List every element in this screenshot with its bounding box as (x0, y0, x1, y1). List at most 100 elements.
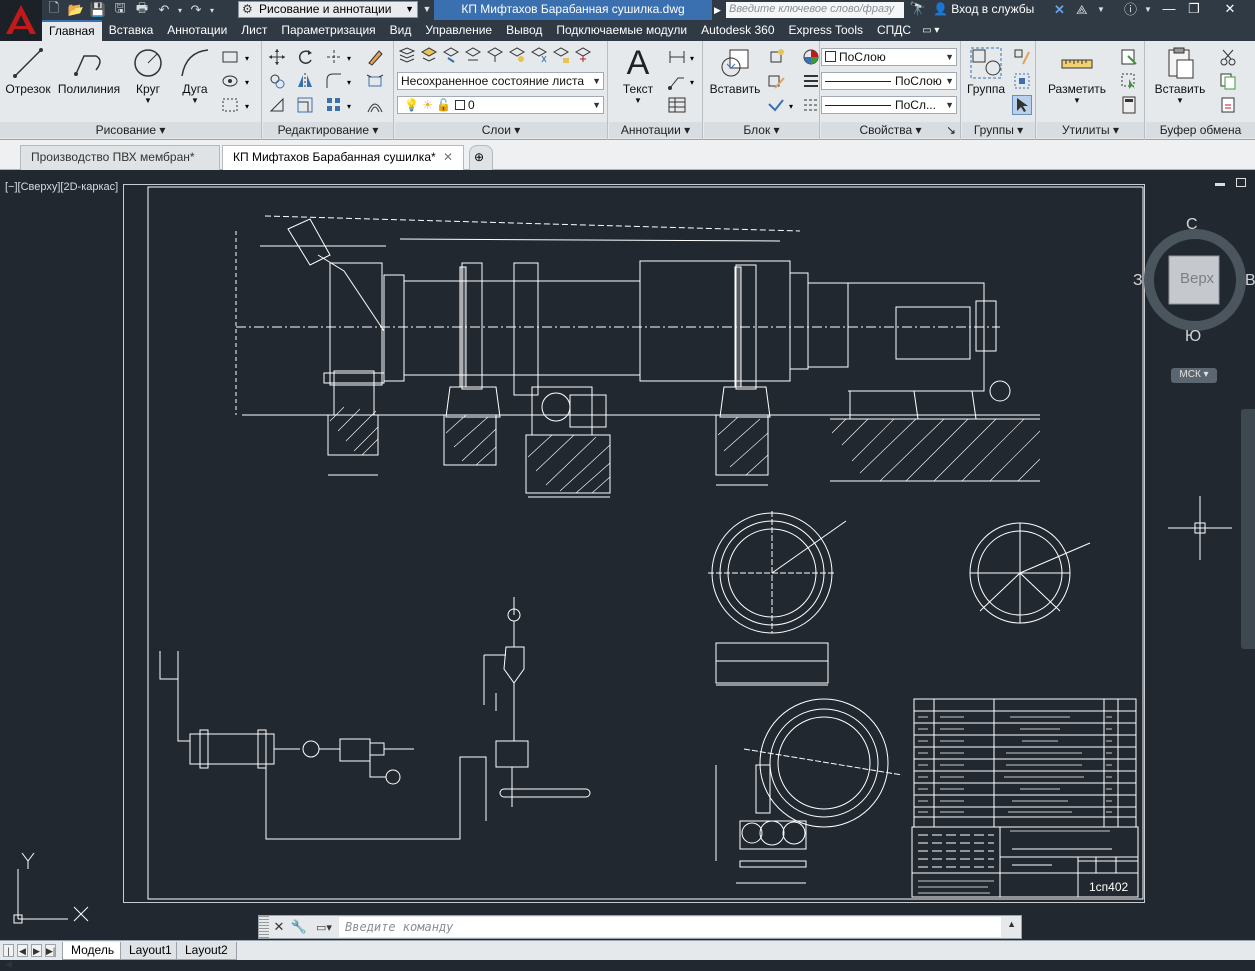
layer-state-dropdown[interactable]: Несохраненное состояние листа ▼ (397, 72, 604, 90)
ungroup-icon[interactable] (1012, 47, 1032, 67)
edit-block-icon[interactable] (766, 71, 786, 91)
tab-layout[interactable]: Лист (234, 20, 274, 41)
layer-isolate-icon[interactable] (485, 45, 505, 65)
explode-icon[interactable] (365, 71, 385, 91)
annotation-panel-title[interactable]: Аннотации ▾ (609, 122, 702, 138)
print-icon[interactable]: 🖶 (132, 0, 152, 19)
modify-panel-title[interactable]: Редактирование ▾ (263, 122, 393, 138)
group-button[interactable]: Группа (964, 44, 1008, 102)
layer-previous-icon[interactable] (463, 45, 483, 65)
search-expand-icon[interactable]: ▶ (714, 0, 724, 20)
wcs-menu-button[interactable]: МСК ▾ (1171, 368, 1217, 383)
measure-button[interactable]: Разметить ▼ (1041, 44, 1113, 105)
match-properties-icon[interactable] (801, 47, 821, 67)
command-line-grip[interactable] (259, 916, 269, 938)
tab-layout1[interactable]: Layout1 (120, 942, 181, 960)
paste-button[interactable]: Вставить ▼ (1150, 44, 1210, 105)
viewcube-top-face[interactable]: Верх (1180, 270, 1214, 287)
command-prompt-icon[interactable]: ▭▾ (309, 921, 339, 934)
gradient-button[interactable]: ▾ (220, 95, 256, 115)
undo-icon[interactable]: ↶ (154, 2, 174, 19)
tab-home[interactable]: Главная (42, 20, 102, 41)
tab-model[interactable]: Модель (62, 942, 124, 960)
close-window-button[interactable]: ✕ (1207, 0, 1253, 19)
circle-button[interactable]: Круг ▼ (126, 44, 170, 105)
wrench-icon[interactable]: 🔧 (289, 919, 309, 935)
rotate-icon[interactable] (295, 47, 315, 67)
layer-properties-icon[interactable] (397, 45, 417, 65)
layer-lock-icon[interactable] (551, 45, 571, 65)
previous-layout-icon[interactable]: ◀ (17, 944, 28, 957)
document-tab-active[interactable]: КП Мифтахов Барабанная сушилка* ✕ (222, 145, 464, 170)
stretch-icon[interactable] (267, 95, 287, 115)
groups-panel-title[interactable]: Группы ▾ (962, 122, 1035, 138)
group-select-toggle[interactable] (1012, 95, 1032, 115)
erase-icon[interactable] (365, 47, 385, 67)
command-history-icon[interactable]: ▲ (1007, 919, 1016, 929)
save-as-icon[interactable]: 🖫 (110, 0, 130, 19)
fillet-button[interactable]: ▾ (323, 71, 359, 91)
lineweight-dropdown[interactable]: ПоСлою ▼ (821, 72, 957, 90)
tab-spds[interactable]: СПДС (870, 20, 918, 41)
tab-layout2[interactable]: Layout2 (176, 942, 237, 960)
table-icon[interactable] (667, 95, 687, 115)
calculator-icon[interactable] (1119, 95, 1139, 115)
group-edit-icon[interactable] (1012, 71, 1032, 91)
redo-dropdown-icon[interactable]: ▾ (208, 2, 216, 19)
panel-launcher-icon[interactable]: ↘ (946, 122, 956, 138)
tab-insert[interactable]: Вставка (102, 20, 161, 41)
properties-panel-title[interactable]: Свойства ▾ ↘ (821, 122, 960, 138)
restore-window-button[interactable]: ❐ (1182, 0, 1206, 19)
layer-dropdown[interactable]: 💡 ☀ 🔓 0 ▼ (397, 96, 604, 114)
redo-icon[interactable]: ↷ (186, 2, 206, 19)
minimize-window-button[interactable]: — (1157, 0, 1181, 19)
save-icon[interactable]: 💾 (88, 2, 108, 19)
match-clip-icon[interactable] (1218, 95, 1238, 115)
block-attribute-button[interactable]: ▾ (766, 95, 800, 115)
trim-button[interactable]: ▾ (323, 47, 359, 67)
workspace-dropdown[interactable]: ⚙ Рисование и аннотации ▼ (238, 1, 418, 18)
line-button[interactable]: Отрезок (4, 44, 52, 102)
tab-parametric[interactable]: Параметризация (274, 20, 382, 41)
tab-autodesk360[interactable]: Autodesk 360 (694, 20, 781, 41)
text-button[interactable]: A Текст ▼ (613, 44, 663, 106)
copy-clip-icon[interactable] (1218, 71, 1238, 91)
last-layout-icon[interactable]: ▶| (45, 944, 56, 957)
leader-button[interactable]: ▾ (667, 71, 701, 91)
viewcube-east[interactable]: В (1245, 272, 1255, 290)
tab-annotate[interactable]: Аннотации (160, 20, 234, 41)
close-icon[interactable]: ✕ (443, 146, 453, 169)
rectangle-button[interactable]: ▾ (220, 47, 256, 67)
clipboard-panel-title[interactable]: Буфер обмена (1146, 122, 1255, 138)
viewcube-north[interactable]: С (1186, 216, 1198, 234)
open-icon[interactable]: 📂 (66, 2, 86, 19)
layers-panel-title[interactable]: Слои ▾ (395, 122, 607, 138)
next-layout-icon[interactable]: ▶ (31, 944, 42, 957)
undo-dropdown-icon[interactable]: ▾ (176, 2, 184, 19)
layer-match-icon[interactable] (441, 45, 461, 65)
help-icon[interactable]: ⓘ (1124, 1, 1137, 19)
chevron-down-icon[interactable]: ▼ (1097, 1, 1105, 19)
document-tab[interactable]: Производство ПВХ мембран* (20, 145, 220, 170)
close-icon[interactable]: ✕ (269, 919, 289, 935)
search-input[interactable]: Введите ключевое слово/фразу (726, 2, 904, 18)
command-input[interactable]: Введите команду (339, 917, 1001, 937)
viewcube-west[interactable]: З (1133, 272, 1143, 290)
move-icon[interactable] (267, 47, 287, 67)
tab-express-tools[interactable]: Express Tools (782, 20, 870, 41)
tab-plugins[interactable]: Подключаемые модули (549, 20, 694, 41)
create-block-icon[interactable] (766, 47, 786, 67)
help-dropdown-icon[interactable]: ▼ (1144, 1, 1152, 19)
viewcube[interactable]: С Ю З В Верх (1133, 216, 1255, 346)
signin-button[interactable]: 👤 Вход в службы ▼ (933, 0, 1043, 34)
new-icon[interactable]: 🗋 (44, 0, 64, 19)
tab-output[interactable]: Вывод (499, 20, 549, 41)
select-all-icon[interactable] (1119, 71, 1139, 91)
linetype-dropdown[interactable]: ПоСл... ▼ (821, 96, 957, 114)
exchange-icon[interactable]: ✕ (1054, 1, 1065, 19)
scale-icon[interactable] (295, 95, 315, 115)
quick-select-icon[interactable] (1119, 47, 1139, 67)
tab-manage[interactable]: Управление (418, 20, 499, 41)
cut-icon[interactable] (1218, 47, 1238, 67)
layer-walk-icon[interactable] (573, 45, 593, 65)
